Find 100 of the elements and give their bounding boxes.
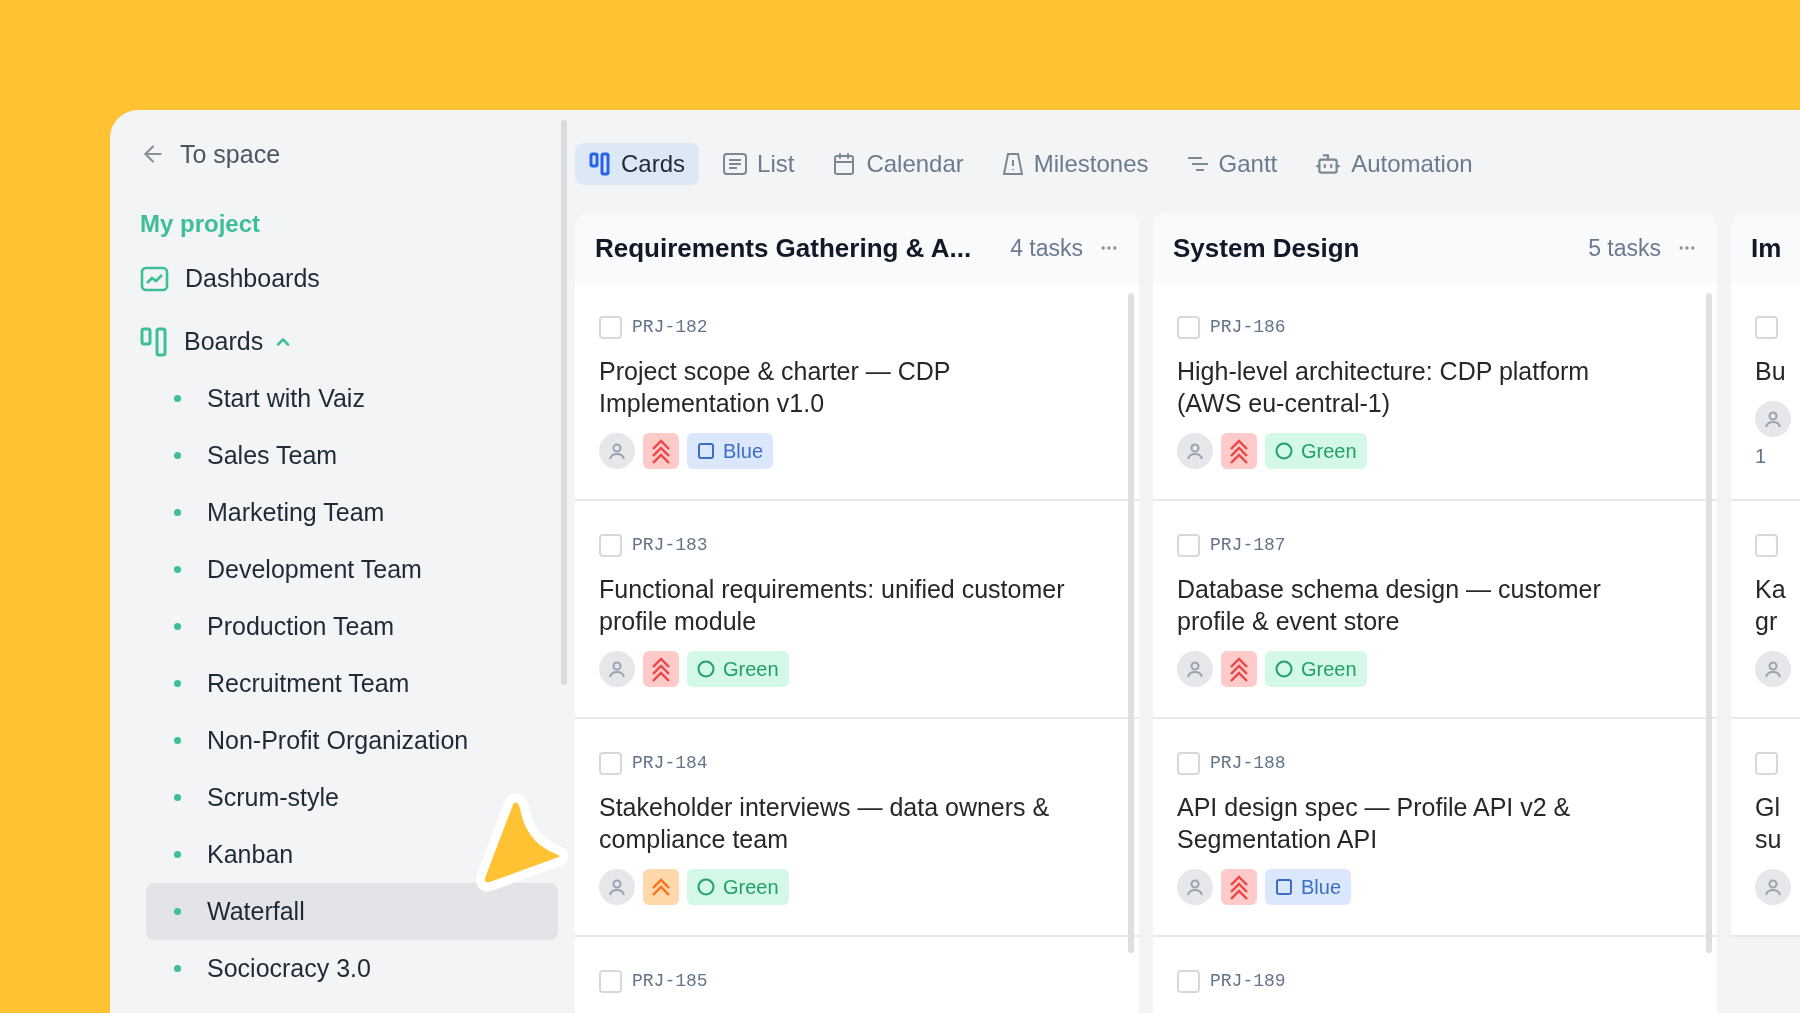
checkbox[interactable] (1755, 751, 1778, 775)
avatar[interactable] (1755, 401, 1791, 437)
task-card[interactable]: Gl su (1731, 719, 1800, 937)
task-count: 4 tasks (1010, 234, 1083, 262)
project-title: My project (140, 209, 262, 239)
task-id: PRJ-187 (1210, 535, 1286, 555)
checkbox[interactable] (1177, 751, 1200, 775)
view-tab[interactable]: Calendar (818, 143, 978, 185)
checkbox[interactable] (1177, 969, 1200, 993)
nav-item[interactable]: Boards (140, 313, 557, 370)
bullet-icon (174, 395, 181, 402)
list-icon (723, 153, 748, 175)
checkbox[interactable] (1177, 533, 1200, 557)
task-card[interactable]: PRJ-188 API design spec — Profile API v2 & Segmentation API Blue (1153, 719, 1717, 937)
avatar[interactable] (1177, 651, 1213, 687)
board-item[interactable]: Marketing Team (146, 484, 558, 541)
board-item[interactable]: Sociocracy 3.0 (146, 940, 558, 997)
bullet-icon (174, 623, 181, 630)
task-id: PRJ-186 (1210, 317, 1286, 337)
task-title: API design spec — Profile API v2 & Segmentation API (1177, 792, 1572, 855)
task-card[interactable]: Ka gr (1731, 501, 1800, 719)
task-count: 5 tasks (1588, 234, 1661, 262)
square-icon (1275, 878, 1293, 896)
board-item[interactable]: Sales Team (146, 427, 558, 484)
board-item[interactable]: Development Team (146, 541, 558, 598)
scrollbar[interactable] (561, 120, 567, 685)
task-card[interactable]: PRJ-187 Database schema design — customer profile & event store Green (1153, 501, 1717, 719)
task-id: PRJ-182 (632, 317, 708, 337)
avatar[interactable] (599, 651, 635, 687)
task-title: Gl su (1755, 792, 1783, 855)
bullet-icon (174, 509, 181, 516)
bullet-icon (174, 794, 181, 801)
avatar[interactable] (1755, 869, 1791, 905)
bullet-icon (174, 680, 181, 687)
board-item[interactable]: Non-Profit Organization (146, 712, 558, 769)
calendar-icon (832, 152, 857, 176)
chevrons-icon (1228, 873, 1250, 901)
priority-badge[interactable] (643, 869, 679, 905)
circle-icon (697, 878, 715, 896)
board-item[interactable]: Recruitment Team (146, 655, 558, 712)
avatar[interactable] (599, 433, 635, 469)
person-icon (1764, 878, 1782, 896)
priority-badge[interactable] (1221, 651, 1257, 687)
bullet-icon (174, 452, 181, 459)
avatar[interactable] (1177, 869, 1213, 905)
task-id: PRJ-188 (1210, 753, 1286, 773)
column-title: System Design (1173, 232, 1361, 264)
chevrons-icon (1228, 655, 1250, 683)
gantt-icon (1186, 155, 1209, 173)
checkbox[interactable] (1755, 533, 1778, 557)
board-item[interactable]: Scrum-style (146, 769, 558, 826)
task-card[interactable]: PRJ-183 Functional requirements: unified customer profile module Green (575, 501, 1139, 719)
task-card[interactable]: PRJ-184 Stakeholder interviews — data owners & compliance team Green (575, 719, 1139, 937)
checkbox[interactable] (1755, 315, 1778, 339)
person-icon (608, 878, 626, 896)
person-icon (1186, 442, 1204, 460)
board-item[interactable]: Waterfall (146, 883, 558, 940)
checkbox[interactable] (599, 969, 622, 993)
person-icon (1764, 660, 1782, 678)
view-tab[interactable]: Gantt (1172, 143, 1292, 185)
scrollbar[interactable] (1128, 293, 1134, 953)
priority-badge[interactable] (643, 651, 679, 687)
milestone-icon (1001, 152, 1024, 176)
nav-item[interactable]: Dashboards (140, 250, 557, 307)
view-tab[interactable]: List (709, 143, 809, 185)
avatar[interactable] (599, 869, 635, 905)
task-card[interactable]: PRJ-186 High-level architecture: CDP platform (AWS eu-central-1) Green (1153, 283, 1717, 501)
bullet-icon (174, 908, 181, 915)
circle-icon (697, 660, 715, 678)
board-item[interactable]: Kanban (146, 826, 558, 883)
task-card[interactable]: Bu 1 (1731, 283, 1800, 501)
robot-icon (1315, 151, 1342, 177)
task-id: PRJ-183 (632, 535, 708, 555)
scrollbar[interactable] (1706, 293, 1712, 953)
view-tab[interactable]: Automation (1301, 143, 1487, 185)
view-tab[interactable]: Milestones (987, 143, 1163, 185)
checkbox[interactable] (599, 751, 622, 775)
square-icon (697, 442, 715, 460)
priority-badge[interactable] (1221, 433, 1257, 469)
person-icon (1764, 410, 1782, 428)
checkbox[interactable] (1177, 315, 1200, 339)
avatar[interactable] (1177, 433, 1213, 469)
task-title: Database schema design — customer profile & event store (1177, 574, 1602, 637)
checkbox[interactable] (599, 533, 622, 557)
task-card[interactable]: PRJ-189 (1153, 937, 1717, 1013)
task-title: Functional requirements: unified customer profile module (599, 574, 1066, 637)
task-card[interactable]: PRJ-182 Project scope & charter — CDP Implementation v1.0 Blue (575, 283, 1139, 501)
checkbox[interactable] (599, 315, 622, 339)
priority-badge[interactable] (1221, 869, 1257, 905)
task-card[interactable]: PRJ-185 (575, 937, 1139, 1013)
back-link[interactable]: To space (140, 134, 557, 174)
priority-badge[interactable] (643, 433, 679, 469)
avatar[interactable] (1755, 651, 1791, 687)
board-item[interactable]: Production Team (146, 598, 558, 655)
task-title: Stakeholder interviews — data owners & compliance team (599, 792, 1051, 855)
chart-icon (140, 265, 169, 292)
view-tab[interactable]: Cards (575, 143, 700, 185)
tag[interactable]: Blue (1265, 869, 1352, 905)
board-item[interactable]: Start with Vaiz (146, 370, 558, 427)
tag[interactable]: Blue (687, 433, 774, 469)
